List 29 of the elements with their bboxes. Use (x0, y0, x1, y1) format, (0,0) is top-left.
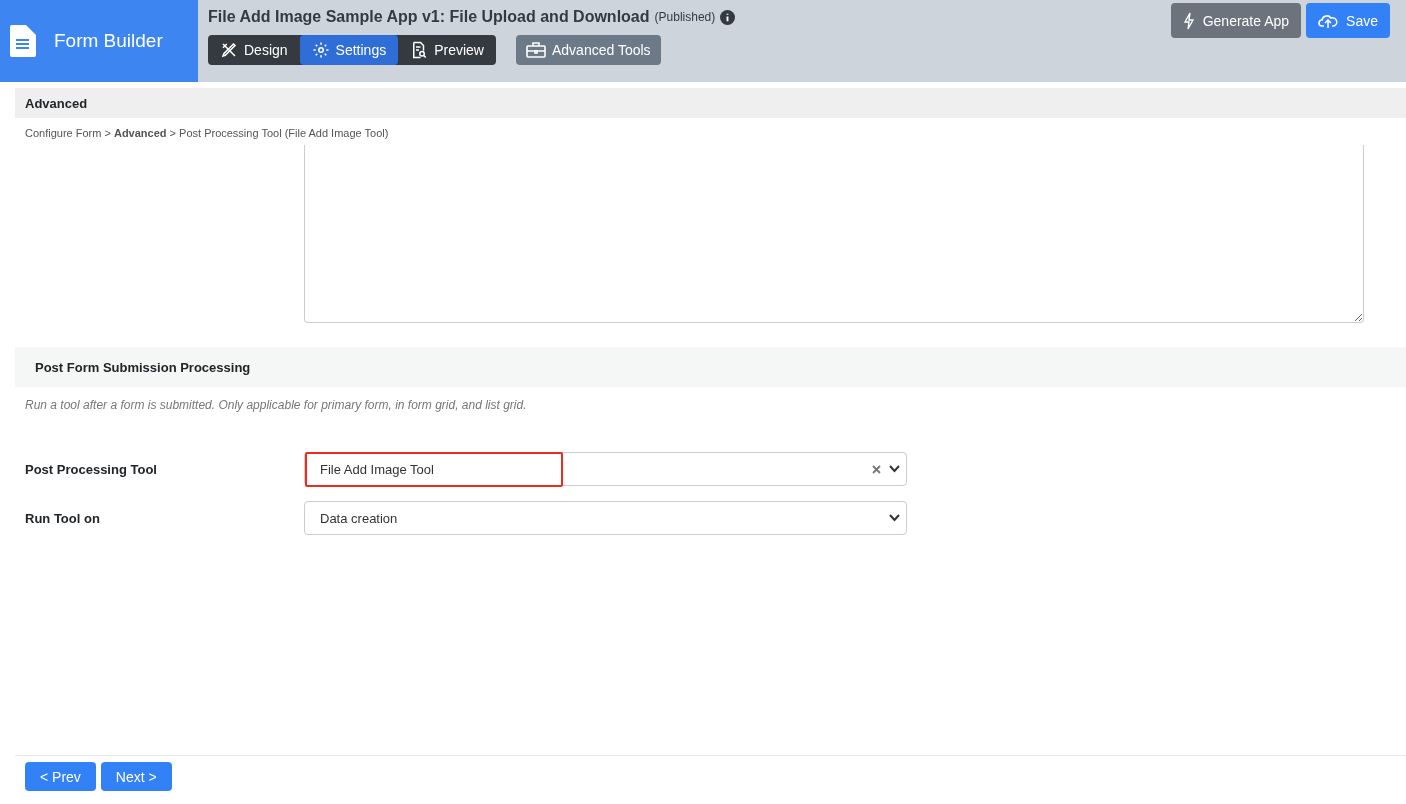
select-field[interactable]: Data creation (304, 501, 907, 535)
lightning-icon (1182, 11, 1195, 30)
cloud-upload-icon (1318, 12, 1339, 29)
page-title-bar: Advanced (15, 88, 1406, 118)
pencil-ruler-icon (220, 41, 238, 59)
save-button[interactable]: Save (1306, 3, 1390, 38)
info-icon[interactable] (720, 9, 736, 25)
field-label: Run Tool on (24, 510, 101, 526)
section-title-bar: Post Form Submission Processing (15, 347, 1406, 387)
field-label: Post Processing Tool (24, 461, 158, 477)
view-tab[interactable]: Preview (398, 35, 496, 65)
breadcrumb: Configure Form > Advanced > Post Processing Tool (File Add Image Tool) (24, 126, 390, 139)
select-field[interactable]: File Add Image Tool (304, 452, 907, 486)
prev-button[interactable]: < Prev (25, 762, 96, 791)
form-status: (Published) (654, 10, 716, 24)
document-icon (10, 25, 36, 57)
clear-icon[interactable] (872, 464, 881, 474)
view-tab[interactable]: Settings (299, 35, 399, 65)
generate-button[interactable]: Generate App (1170, 3, 1302, 38)
chevron-down-icon (889, 514, 900, 522)
chevron-down-icon (889, 465, 900, 473)
section-description: Run a tool after a form is submitted. Only applicable for primary form, in form grid, and list grid. (24, 397, 528, 412)
form-title: File Add Image Sample App v1: File Upload and Download (208, 8, 650, 26)
app-name: Form Builder (54, 30, 163, 52)
advanced-tools-button[interactable]: Advanced Tools (516, 35, 661, 65)
document-search-icon (410, 41, 429, 59)
briefcase-icon (526, 42, 546, 58)
next-button[interactable]: Next > (100, 762, 172, 791)
view-tab[interactable]: Design (208, 35, 300, 65)
